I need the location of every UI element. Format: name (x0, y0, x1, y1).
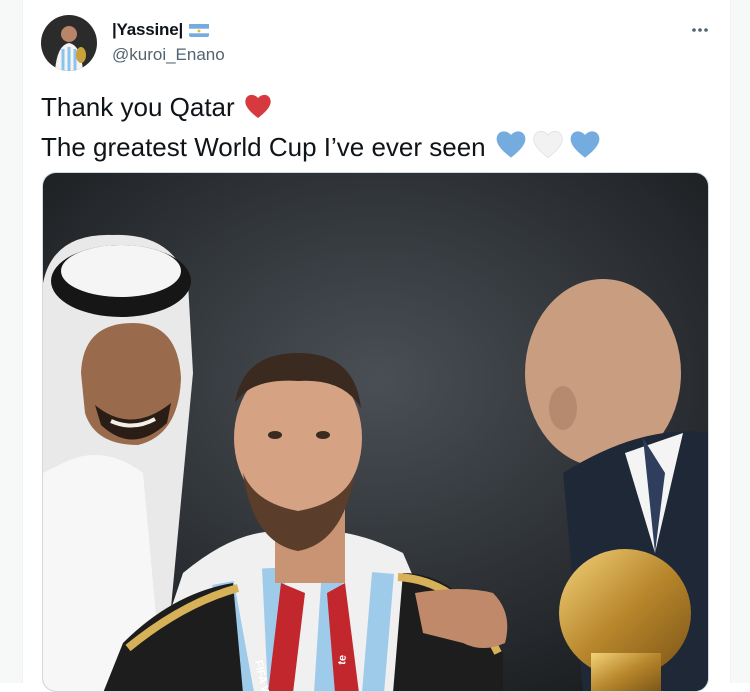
blue-heart-icon (494, 128, 528, 168)
more-options-icon[interactable] (686, 16, 714, 44)
tweet-text-line-2-text: The greatest World Cup I’ve ever seen (41, 132, 486, 162)
display-name-text: |Yassine| (112, 20, 184, 39)
red-heart-icon (243, 92, 273, 128)
tweet-text-line-1: Thank you Qatar (41, 90, 602, 128)
handle[interactable]: @kuroi_Enano (112, 45, 225, 65)
blue-heart-icon (568, 128, 602, 168)
tweet-photo[interactable]: FIFA W te (42, 172, 709, 692)
tweet-text-line-2: The greatest World Cup I’ve ever seen (41, 128, 602, 168)
left-gutter (0, 0, 22, 683)
avatar[interactable] (41, 15, 97, 71)
tweet-text: Thank you Qatar The greatest World Cup I… (41, 90, 602, 168)
right-gutter (731, 0, 750, 683)
white-heart-icon (531, 128, 565, 168)
display-name[interactable]: |Yassine| (112, 20, 210, 40)
photo-illustration: FIFA W te (43, 173, 708, 691)
argentina-flag-icon (189, 23, 210, 37)
lanyard-text-right: te (336, 654, 349, 665)
tweet-text-line-1-text: Thank you Qatar (41, 92, 235, 122)
